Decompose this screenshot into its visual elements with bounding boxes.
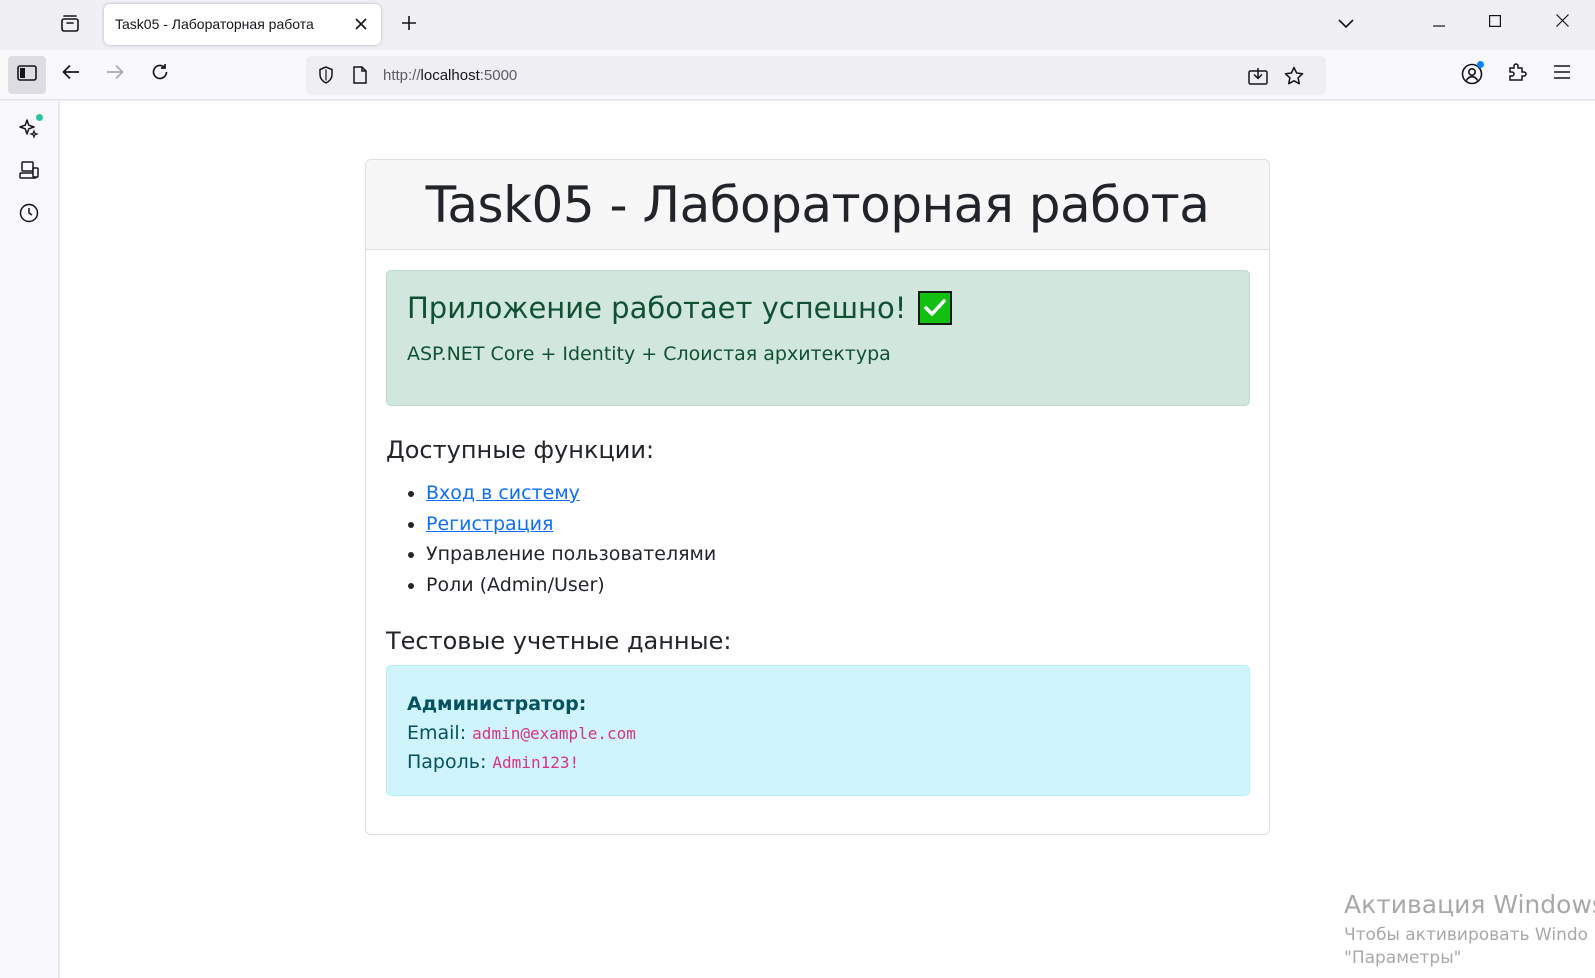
feature-roles: Роли (Admin/User) (426, 573, 605, 596)
chevron-down-icon (1338, 16, 1354, 34)
firefox-view-button[interactable] (52, 9, 88, 41)
url-text[interactable]: http://localhost:5000 (383, 67, 517, 84)
extensions-button[interactable] (1500, 57, 1534, 91)
navigation-toolbar: http://localhost:5000 (0, 50, 1595, 100)
maximize-button[interactable] (1467, 0, 1523, 46)
windows-activation-text: Чтобы активировать Windo (1344, 925, 1589, 945)
password-value: Admin123! (492, 753, 580, 772)
close-window-button[interactable] (1534, 0, 1590, 46)
success-alert: Приложение работает успешно! ASP.NET Cor… (386, 270, 1250, 406)
url-scheme: http:// (383, 67, 421, 84)
password-label: Пароль: (407, 751, 487, 773)
sidebar-icon (17, 64, 37, 86)
arrow-right-icon (106, 64, 124, 85)
url-port: :5000 (479, 67, 518, 84)
feature-user-management: Управление пользователями (426, 543, 717, 565)
role-line: Администратор: (407, 693, 586, 715)
page-title: Task05 - Лабораторная работа (425, 175, 1210, 234)
firefox-view-icon (60, 14, 80, 37)
puzzle-piece-icon (1507, 62, 1527, 87)
email-label: Email: (407, 722, 467, 744)
features-list: Вход в систему Регистрация Управление по… (386, 478, 716, 600)
notification-dot (1477, 61, 1484, 68)
url-host: localhost (420, 67, 480, 84)
arrow-left-icon (62, 64, 80, 85)
card-header: Task05 - Лабораторная работа (366, 160, 1269, 250)
new-tab-button[interactable] (393, 9, 425, 41)
notification-dot (36, 114, 43, 121)
minimize-button[interactable] (1411, 0, 1467, 46)
tracking-protection-shield-icon[interactable] (314, 63, 338, 87)
tab-close-icon[interactable] (351, 14, 371, 34)
success-description: ASP.NET Core + Identity + Слоистая архит… (407, 343, 891, 365)
bookmark-star-icon[interactable] (1280, 62, 1308, 90)
close-icon (1555, 14, 1569, 32)
tab-active[interactable]: Task05 - Лабораторная работа (104, 4, 381, 45)
hamburger-menu-icon (1553, 64, 1571, 84)
email-line: Email: admin@example.com (407, 722, 636, 744)
save-page-icon[interactable] (1244, 62, 1272, 90)
reload-icon (151, 63, 169, 86)
register-link[interactable]: Регистрация (426, 513, 553, 535)
page-info-icon[interactable] (348, 63, 372, 87)
login-link[interactable]: Вход в систему (426, 482, 580, 504)
main-card: Task05 - Лабораторная работа Приложение … (365, 159, 1270, 835)
page-viewport: Task05 - Лабораторная работа Приложение … (60, 101, 1595, 978)
browser-sidebar (0, 101, 59, 978)
synced-tabs-button[interactable] (12, 155, 46, 189)
email-value: admin@example.com (472, 724, 636, 743)
url-bar[interactable]: http://localhost:5000 (306, 56, 1326, 95)
tab-title: Task05 - Лабораторная работа (115, 16, 314, 32)
app-menu-button[interactable] (1545, 57, 1579, 91)
success-heading: Приложение работает успешно! (407, 291, 953, 325)
maximize-icon (1489, 14, 1502, 32)
credentials-alert: Администратор: Email: admin@example.com … (386, 665, 1250, 796)
list-item: Роли (Admin/User) (386, 570, 716, 601)
windows-activation-settings: "Параметры" (1344, 948, 1462, 968)
features-heading: Доступные функции: (386, 436, 655, 464)
list-all-tabs-button[interactable] (1330, 9, 1362, 41)
check-mark-icon (918, 291, 953, 325)
credentials-heading: Тестовые учетные данные: (386, 627, 732, 655)
ai-chatbot-button[interactable] (12, 111, 46, 145)
synced-tabs-icon (19, 160, 39, 185)
back-button[interactable] (54, 57, 88, 91)
minimize-icon (1433, 14, 1445, 32)
list-item: Управление пользователями (386, 539, 716, 570)
clock-icon (19, 203, 39, 228)
forward-button[interactable] (98, 57, 132, 91)
history-button[interactable] (12, 198, 46, 232)
list-item: Вход в систему (386, 478, 716, 509)
password-line: Пароль: Admin123! (407, 751, 579, 773)
windows-activation-title: Активация Windows (1344, 890, 1595, 919)
plus-icon (401, 15, 417, 36)
tab-strip: Task05 - Лабораторная работа (0, 0, 1595, 50)
account-button[interactable] (1455, 57, 1489, 91)
reload-button[interactable] (143, 57, 177, 91)
role-label: Администратор: (407, 693, 587, 715)
sidebar-toggle-button[interactable] (8, 56, 46, 94)
success-title: Приложение работает успешно! (407, 291, 907, 325)
account-icon (1461, 61, 1484, 85)
list-item: Регистрация (386, 509, 716, 540)
sparkle-icon (18, 114, 43, 139)
